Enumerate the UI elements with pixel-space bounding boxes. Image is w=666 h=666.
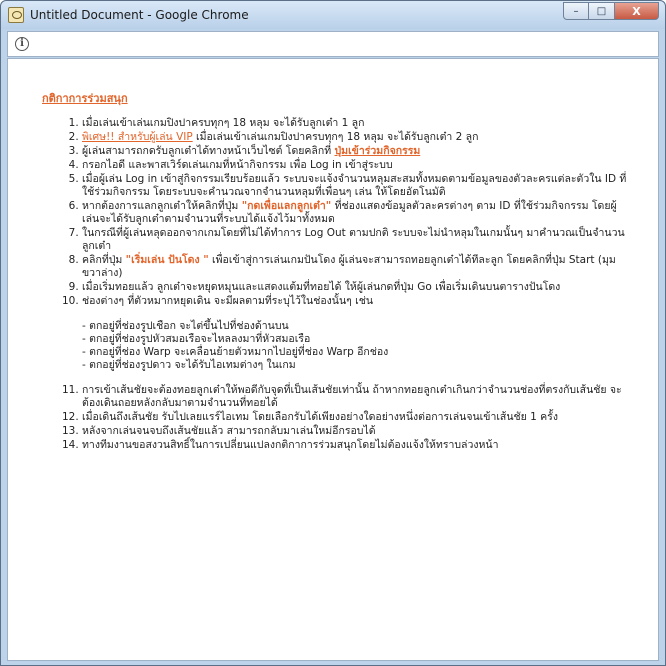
example-item: - ตกอยู่ที่ช่อง Warp จะเคลื่อนย้ายตัวหมา… — [82, 346, 389, 358]
vip-link[interactable]: พิเศษ!! สำหรับผู้เล่น VIP — [82, 131, 193, 143]
page-viewport: กติกาการร่วมสนุก เมื่อเล่นเข้าเล่นเกมปิง… — [7, 58, 659, 661]
rule-6: หากต้องการแลกลูกเต๋าให้คลิกที่ปุ่ม "กดเพ… — [82, 200, 627, 226]
join-activity-link[interactable]: ปุ่มเข้าร่วมกิจกรรม — [335, 145, 421, 157]
rule-1: เมื่อเล่นเข้าเล่นเกมปิงปาครบทุกๆ 18 หลุม… — [82, 117, 627, 130]
rule-text: เมื่อเล่นเข้าเล่นเกมปิงปาครบทุกๆ 18 หลุม… — [192, 131, 479, 143]
rule-text: เมื่อเดินถึงเส้นชัย รับไปเลยแรร์ไอเทม โด… — [82, 411, 558, 423]
rule-text: เมื่อผู้เล่น Log in เข้าสู่กิจกรรมเรียบร… — [82, 173, 627, 198]
rule-text: เมื่อเล่นเข้าเล่นเกมปิงปาครบทุกๆ 18 หลุม… — [82, 117, 365, 129]
rule-text: หากต้องการแลกลูกเต๋าให้คลิกที่ปุ่ม — [82, 200, 242, 212]
minimize-button[interactable]: – — [563, 2, 589, 20]
rules-list: เมื่อเล่นเข้าเล่นเกมปิงปาครบทุกๆ 18 หลุม… — [42, 117, 627, 452]
maximize-button[interactable]: □ — [589, 2, 615, 20]
rule-7: ในกรณีที่ผู้เล่นหลุดออกจากเกมโดยที่ไม่ได… — [82, 227, 627, 253]
rule-2: พิเศษ!! สำหรับผู้เล่น VIP เมื่อเล่นเข้าเ… — [82, 131, 627, 144]
rule-text: หลังจากเล่นจนจบถึงเส้นชัยแล้ว สามารถกลับ… — [82, 425, 376, 437]
info-icon[interactable]: i — [15, 37, 29, 51]
rule-text: การเข้าเส้นชัยจะต้องทอยลูกเต๋าให้พอดีกับ… — [82, 384, 622, 409]
rule-12: เมื่อเดินถึงเส้นชัย รับไปเลยแรร์ไอเทม โด… — [82, 411, 627, 424]
rule-10: ช่องต่างๆ ที่ตัวหมากหยุดเดิน จะมีผลตามที… — [82, 295, 627, 372]
start-game-label: "เริ่มเล่น ปันโดง " — [125, 254, 209, 266]
title-bar[interactable]: Untitled Document - Google Chrome – □ X — [1, 1, 665, 29]
example-item: - ตกอยู่ที่ช่องรูปดาว จะได้รับไอเทมต่างๆ… — [82, 359, 296, 371]
window-title: Untitled Document - Google Chrome — [30, 8, 249, 22]
rule-11: การเข้าเส้นชัยจะต้องทอยลูกเต๋าให้พอดีกับ… — [82, 384, 627, 410]
window-controls: – □ X — [563, 2, 659, 20]
rule-text: ในกรณีที่ผู้เล่นหลุดออกจากเกมโดยที่ไม่ได… — [82, 227, 625, 252]
rule-13: หลังจากเล่นจนจบถึงเส้นชัยแล้ว สามารถกลับ… — [82, 425, 627, 438]
rule-text: เมื่อเริ่มทอยแล้ว ลูกเต๋าจะหยุดหมุนและแส… — [82, 281, 561, 293]
rule-text: กรอกไอดี และพาสเวิร์ดเล่นเกมที่หน้ากิจกร… — [82, 159, 393, 171]
rule-text: ผู้เล่นสามารถกดรับลูกเต๋าได้ทางหน้าเว็บไ… — [82, 145, 335, 157]
close-button[interactable]: X — [615, 2, 659, 20]
example-list: - ตกอยู่ที่ช่องรูปเชือก จะไต่ขึ้นไปที่ช่… — [82, 320, 627, 372]
rule-4: กรอกไอดี และพาสเวิร์ดเล่นเกมที่หน้ากิจกร… — [82, 159, 627, 172]
browser-window: Untitled Document - Google Chrome – □ X … — [0, 0, 666, 666]
rule-9: เมื่อเริ่มทอยแล้ว ลูกเต๋าจะหยุดหมุนและแส… — [82, 281, 627, 294]
example-item: - ตกอยู่ที่ช่องรูปเชือก จะไต่ขึ้นไปที่ช่… — [82, 320, 289, 332]
page-content: กติกาการร่วมสนุก เมื่อเล่นเข้าเล่นเกมปิง… — [42, 92, 627, 453]
rule-8: คลิกที่ปุ่ม "เริ่มเล่น ปันโดง " เพื่อเข้… — [82, 254, 627, 280]
rule-5: เมื่อผู้เล่น Log in เข้าสู่กิจกรรมเรียบร… — [82, 173, 627, 199]
rule-text: คลิกที่ปุ่ม — [82, 254, 126, 266]
rule-text: ทางทีมงานขอสงวนสิทธิ์ในการเปลี่ยนแปลงกติ… — [82, 439, 499, 451]
page-heading: กติกาการร่วมสนุก — [42, 92, 128, 105]
rule-text: ช่องต่างๆ ที่ตัวหมากหยุดเดิน จะมีผลตามที… — [82, 295, 373, 307]
exchange-dice-label: "กดเพื่อแลกลูกเต๋า" — [241, 200, 332, 212]
rule-14: ทางทีมงานขอสงวนสิทธิ์ในการเปลี่ยนแปลงกติ… — [82, 439, 627, 452]
address-bar[interactable]: i — [7, 31, 659, 57]
document-app-icon — [8, 7, 24, 23]
example-item: - ตกอยู่ที่ช่องรูปหัวสมอเรือจะไหลลงมาที่… — [82, 333, 311, 345]
rule-3: ผู้เล่นสามารถกดรับลูกเต๋าได้ทางหน้าเว็บไ… — [82, 145, 627, 158]
